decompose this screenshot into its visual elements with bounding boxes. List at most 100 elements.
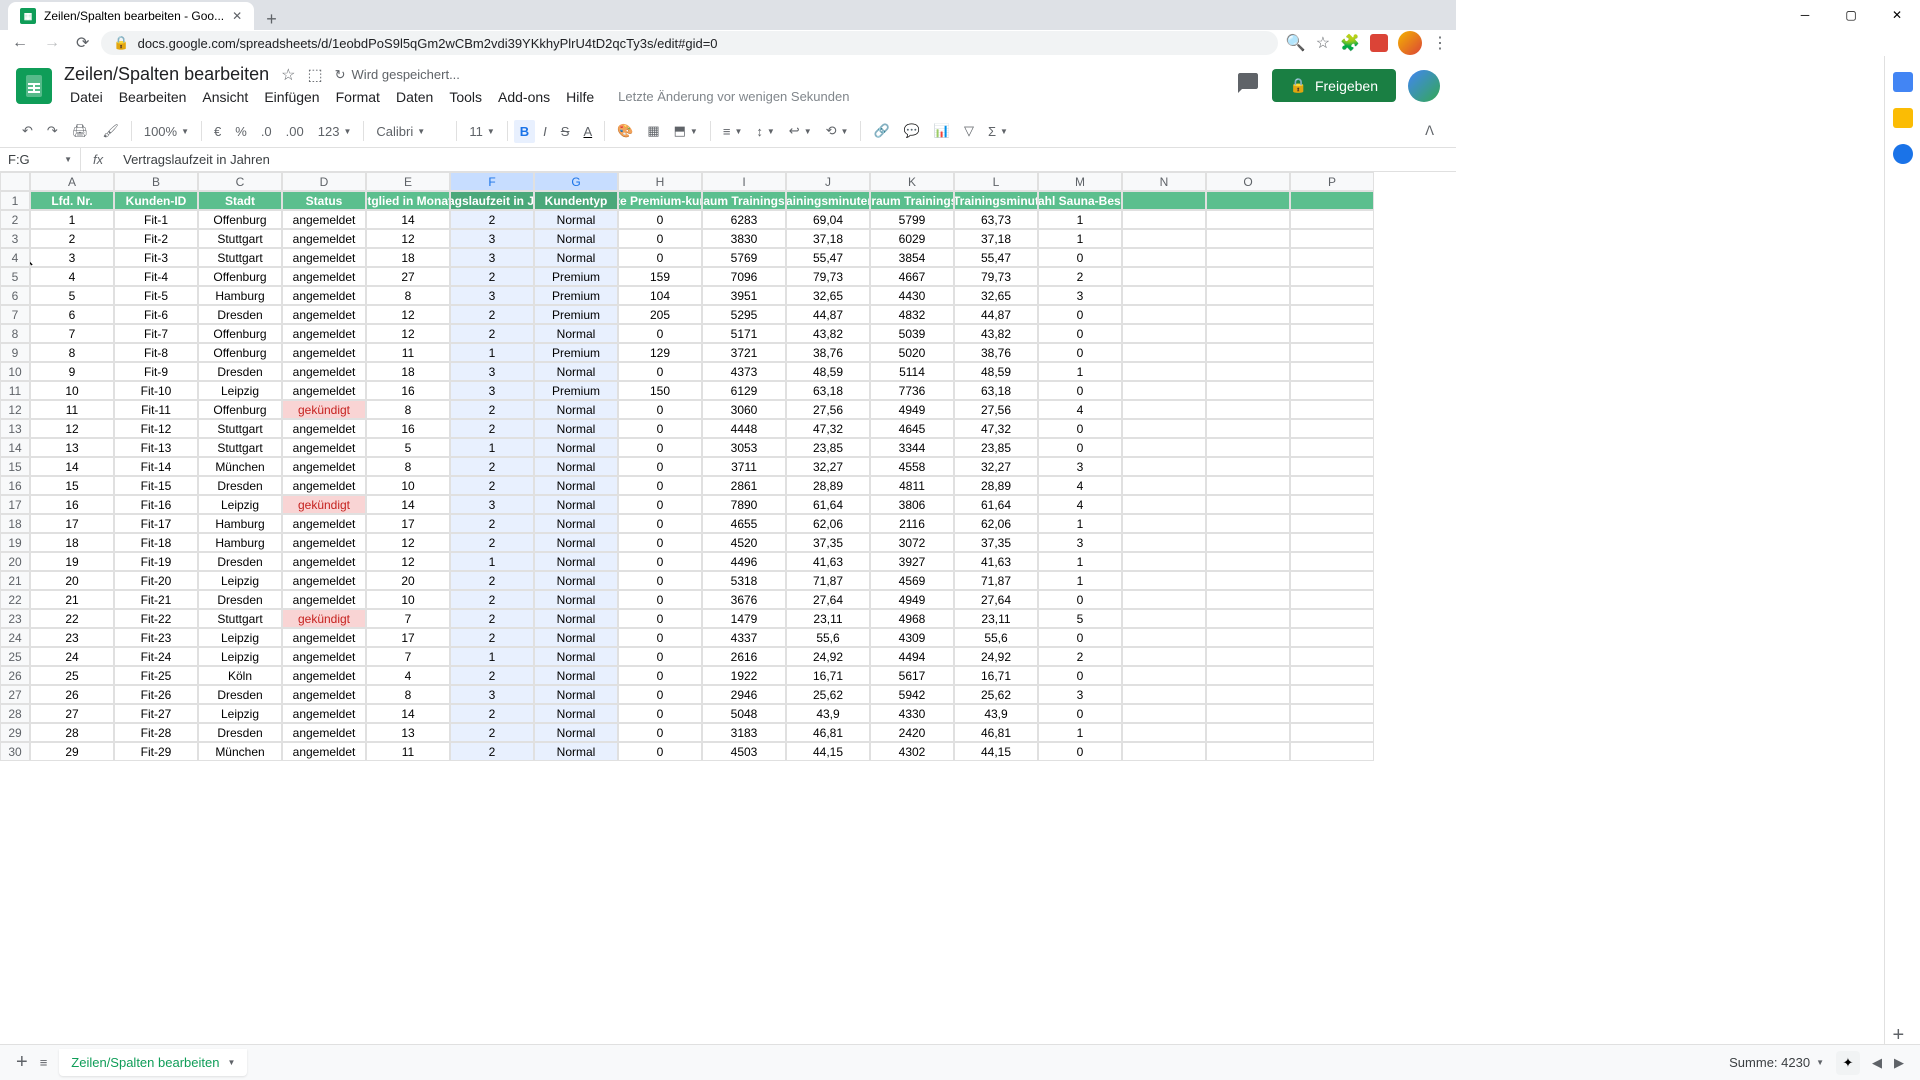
col-header-M[interactable]: M (1038, 172, 1122, 191)
cell[interactable] (1290, 609, 1374, 628)
cell[interactable]: gekündigt (282, 400, 366, 419)
menu-tools[interactable]: Tools (443, 87, 488, 107)
keep-icon[interactable] (1893, 108, 1913, 128)
cell[interactable]: 69,04 (786, 210, 870, 229)
cell[interactable]: 2616 (702, 647, 786, 666)
cell[interactable]: 0 (618, 533, 702, 552)
cell[interactable]: Fit-24 (114, 647, 198, 666)
cell[interactable] (1122, 742, 1206, 761)
doc-title[interactable]: Zeilen/Spalten bearbeiten (64, 64, 269, 85)
cell[interactable] (1122, 590, 1206, 609)
cell[interactable]: Köln (198, 666, 282, 685)
cell[interactable]: Offenburg (198, 400, 282, 419)
cell[interactable]: Stuttgart (198, 248, 282, 267)
cell[interactable] (1206, 324, 1290, 343)
cell[interactable]: 1 (450, 647, 534, 666)
cell[interactable] (1290, 419, 1374, 438)
cell[interactable]: 4330 (870, 704, 954, 723)
cell[interactable] (1122, 552, 1206, 571)
cell[interactable]: angemeldet (282, 476, 366, 495)
currency-button[interactable]: € (208, 120, 227, 143)
header-cell[interactable]: Kunden-ID (114, 191, 198, 210)
cell[interactable]: 4832 (870, 305, 954, 324)
cell[interactable]: 2 (450, 476, 534, 495)
cell[interactable]: Fit-1 (114, 210, 198, 229)
dec-increase-button[interactable]: .00 (280, 120, 310, 143)
cell[interactable]: angemeldet (282, 381, 366, 400)
row-header-17[interactable]: 17 (0, 495, 30, 514)
cell[interactable]: 2861 (702, 476, 786, 495)
cell[interactable]: Fit-3 (114, 248, 198, 267)
cell[interactable]: 0 (1038, 438, 1122, 457)
ext1-icon[interactable] (1370, 34, 1388, 52)
cell[interactable]: 4 (366, 666, 450, 685)
zoom-dropdown[interactable]: 100%▼ (138, 120, 195, 143)
cell[interactable]: 0 (618, 495, 702, 514)
cell[interactable]: Stuttgart (198, 438, 282, 457)
cell[interactable]: Normal (534, 742, 618, 761)
cell[interactable]: Leipzig (198, 628, 282, 647)
functions-button[interactable]: Σ▼ (982, 120, 1014, 143)
header-cell[interactable] (1206, 191, 1290, 210)
cell[interactable]: angemeldet (282, 552, 366, 571)
cell[interactable]: 150 (618, 381, 702, 400)
cell[interactable]: 0 (618, 362, 702, 381)
cell[interactable]: 1 (1038, 229, 1122, 248)
cell[interactable]: Dresden (198, 362, 282, 381)
cell[interactable]: Normal (534, 647, 618, 666)
cell[interactable]: Fit-12 (114, 419, 198, 438)
cell[interactable]: 0 (618, 685, 702, 704)
menu-daten[interactable]: Daten (390, 87, 439, 107)
cell[interactable]: Offenburg (198, 343, 282, 362)
cell[interactable] (1206, 723, 1290, 742)
undo-button[interactable]: ↶ (16, 119, 39, 143)
cell[interactable]: 0 (618, 400, 702, 419)
cell[interactable]: 4655 (702, 514, 786, 533)
cell[interactable]: 3 (450, 685, 534, 704)
cell[interactable]: 1 (1038, 514, 1122, 533)
cell[interactable]: München (198, 742, 282, 761)
cell[interactable]: Normal (534, 457, 618, 476)
wrap-button[interactable]: ↩▼ (783, 119, 818, 143)
header-cell[interactable]: zahl Sauna-Besu (1038, 191, 1122, 210)
cell[interactable]: 0 (618, 229, 702, 248)
cell[interactable]: 18 (366, 248, 450, 267)
cell[interactable]: 27,56 (954, 400, 1038, 419)
cell[interactable]: 4645 (870, 419, 954, 438)
header-cell[interactable]: ragslaufzeit in Ja (450, 191, 534, 210)
header-cell[interactable]: Status (282, 191, 366, 210)
cell[interactable] (1122, 286, 1206, 305)
cell[interactable]: 16 (366, 381, 450, 400)
cell[interactable]: 0 (618, 742, 702, 761)
cell[interactable]: 9 (30, 362, 114, 381)
cell[interactable]: 43,82 (954, 324, 1038, 343)
col-header-I[interactable]: I (702, 172, 786, 191)
col-header-G[interactable]: G (534, 172, 618, 191)
cell[interactable]: 24,92 (954, 647, 1038, 666)
cell[interactable] (1122, 647, 1206, 666)
row-header-18[interactable]: 18 (0, 514, 30, 533)
reload-button[interactable]: ⟳ (72, 29, 93, 57)
cell[interactable] (1122, 229, 1206, 248)
summary-dropdown[interactable]: Summe: 4230▼ (1729, 1055, 1824, 1070)
col-header-E[interactable]: E (366, 172, 450, 191)
cell[interactable] (1122, 248, 1206, 267)
cell[interactable] (1290, 647, 1374, 666)
cell[interactable]: 1 (450, 343, 534, 362)
menu-ansicht[interactable]: Ansicht (196, 87, 254, 107)
merge-button[interactable]: ⬒▼ (668, 119, 704, 143)
cell[interactable]: Normal (534, 476, 618, 495)
cell[interactable]: 5769 (702, 248, 786, 267)
cell[interactable]: Fit-21 (114, 590, 198, 609)
cell[interactable]: 3 (450, 248, 534, 267)
header-cell[interactable]: rraum Trainings (870, 191, 954, 210)
cell[interactable]: 4 (1038, 495, 1122, 514)
cell[interactable]: Dresden (198, 305, 282, 324)
cell[interactable]: 205 (618, 305, 702, 324)
cell[interactable]: 2 (450, 742, 534, 761)
cell[interactable]: 6029 (870, 229, 954, 248)
cell[interactable]: 0 (618, 476, 702, 495)
cell[interactable]: 47,32 (786, 419, 870, 438)
cell[interactable] (1122, 628, 1206, 647)
cell[interactable]: 38,76 (786, 343, 870, 362)
